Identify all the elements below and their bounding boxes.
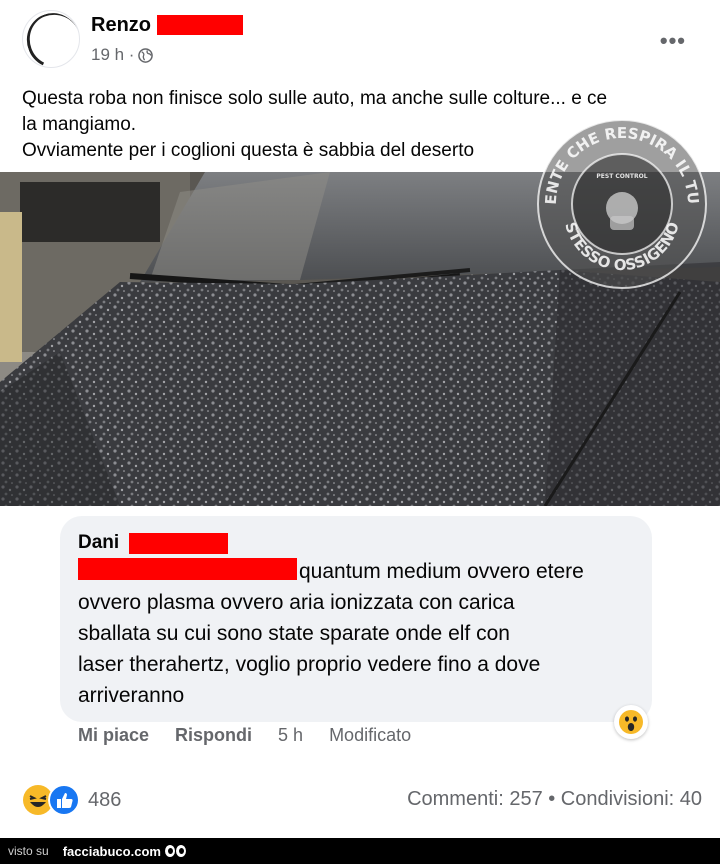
comment-author-redaction [129,533,228,554]
comment-reaction[interactable] [614,705,648,739]
comment-line: sballata su cui sono state sparate onde … [78,622,510,645]
comments-shares-count[interactable]: Commenti: 257 • Condivisioni: 40 [407,788,702,811]
tag-redaction [78,558,297,580]
comment-time[interactable]: 5 h [278,725,303,746]
watermark-footer: visto su facciabuco.com [0,838,720,864]
post-meta: 19 h · [91,45,154,65]
author-avatar[interactable] [22,10,80,68]
eyes-icon [164,845,186,857]
footer-visto-label: visto su [8,844,49,858]
author-name[interactable]: Renzo [91,14,151,37]
reactions-count: 486 [88,788,122,811]
name-redaction [157,15,243,35]
comment-reply-button[interactable]: Rispondi [175,725,252,746]
reactions-summary[interactable]: 486 [22,784,121,816]
comment-line: ovvero plasma ovvero aria ionizzata con … [78,591,515,614]
comment-like-button[interactable]: Mi piace [78,725,149,746]
comment-actions: Mi piace Rispondi 5 h Modificato [78,725,411,746]
comment-author[interactable]: Dani [78,532,119,554]
comment-line: laser therahertz, voglio proprio vedere … [78,653,541,676]
footer-site-name[interactable]: facciabuco.com [63,844,161,859]
watermark-logo: GENTE CHE RESPIRA IL TUO STESSO OSSIGENO… [534,116,707,289]
post-stats: 486 Commenti: 257 • Condivisioni: 40 [22,784,702,816]
post-time[interactable]: 19 h · [91,45,134,65]
post-text-line: Questa roba non finisce solo sulle auto,… [22,88,608,109]
comment-edited-label[interactable]: Modificato [329,725,411,746]
wow-icon [619,710,643,734]
like-icon [48,784,80,816]
comment-line: arriveranno [78,684,185,707]
more-options-button[interactable]: ••• [660,28,686,54]
globe-icon [138,47,154,63]
watermark-badge: PEST CONTROL [596,173,647,180]
